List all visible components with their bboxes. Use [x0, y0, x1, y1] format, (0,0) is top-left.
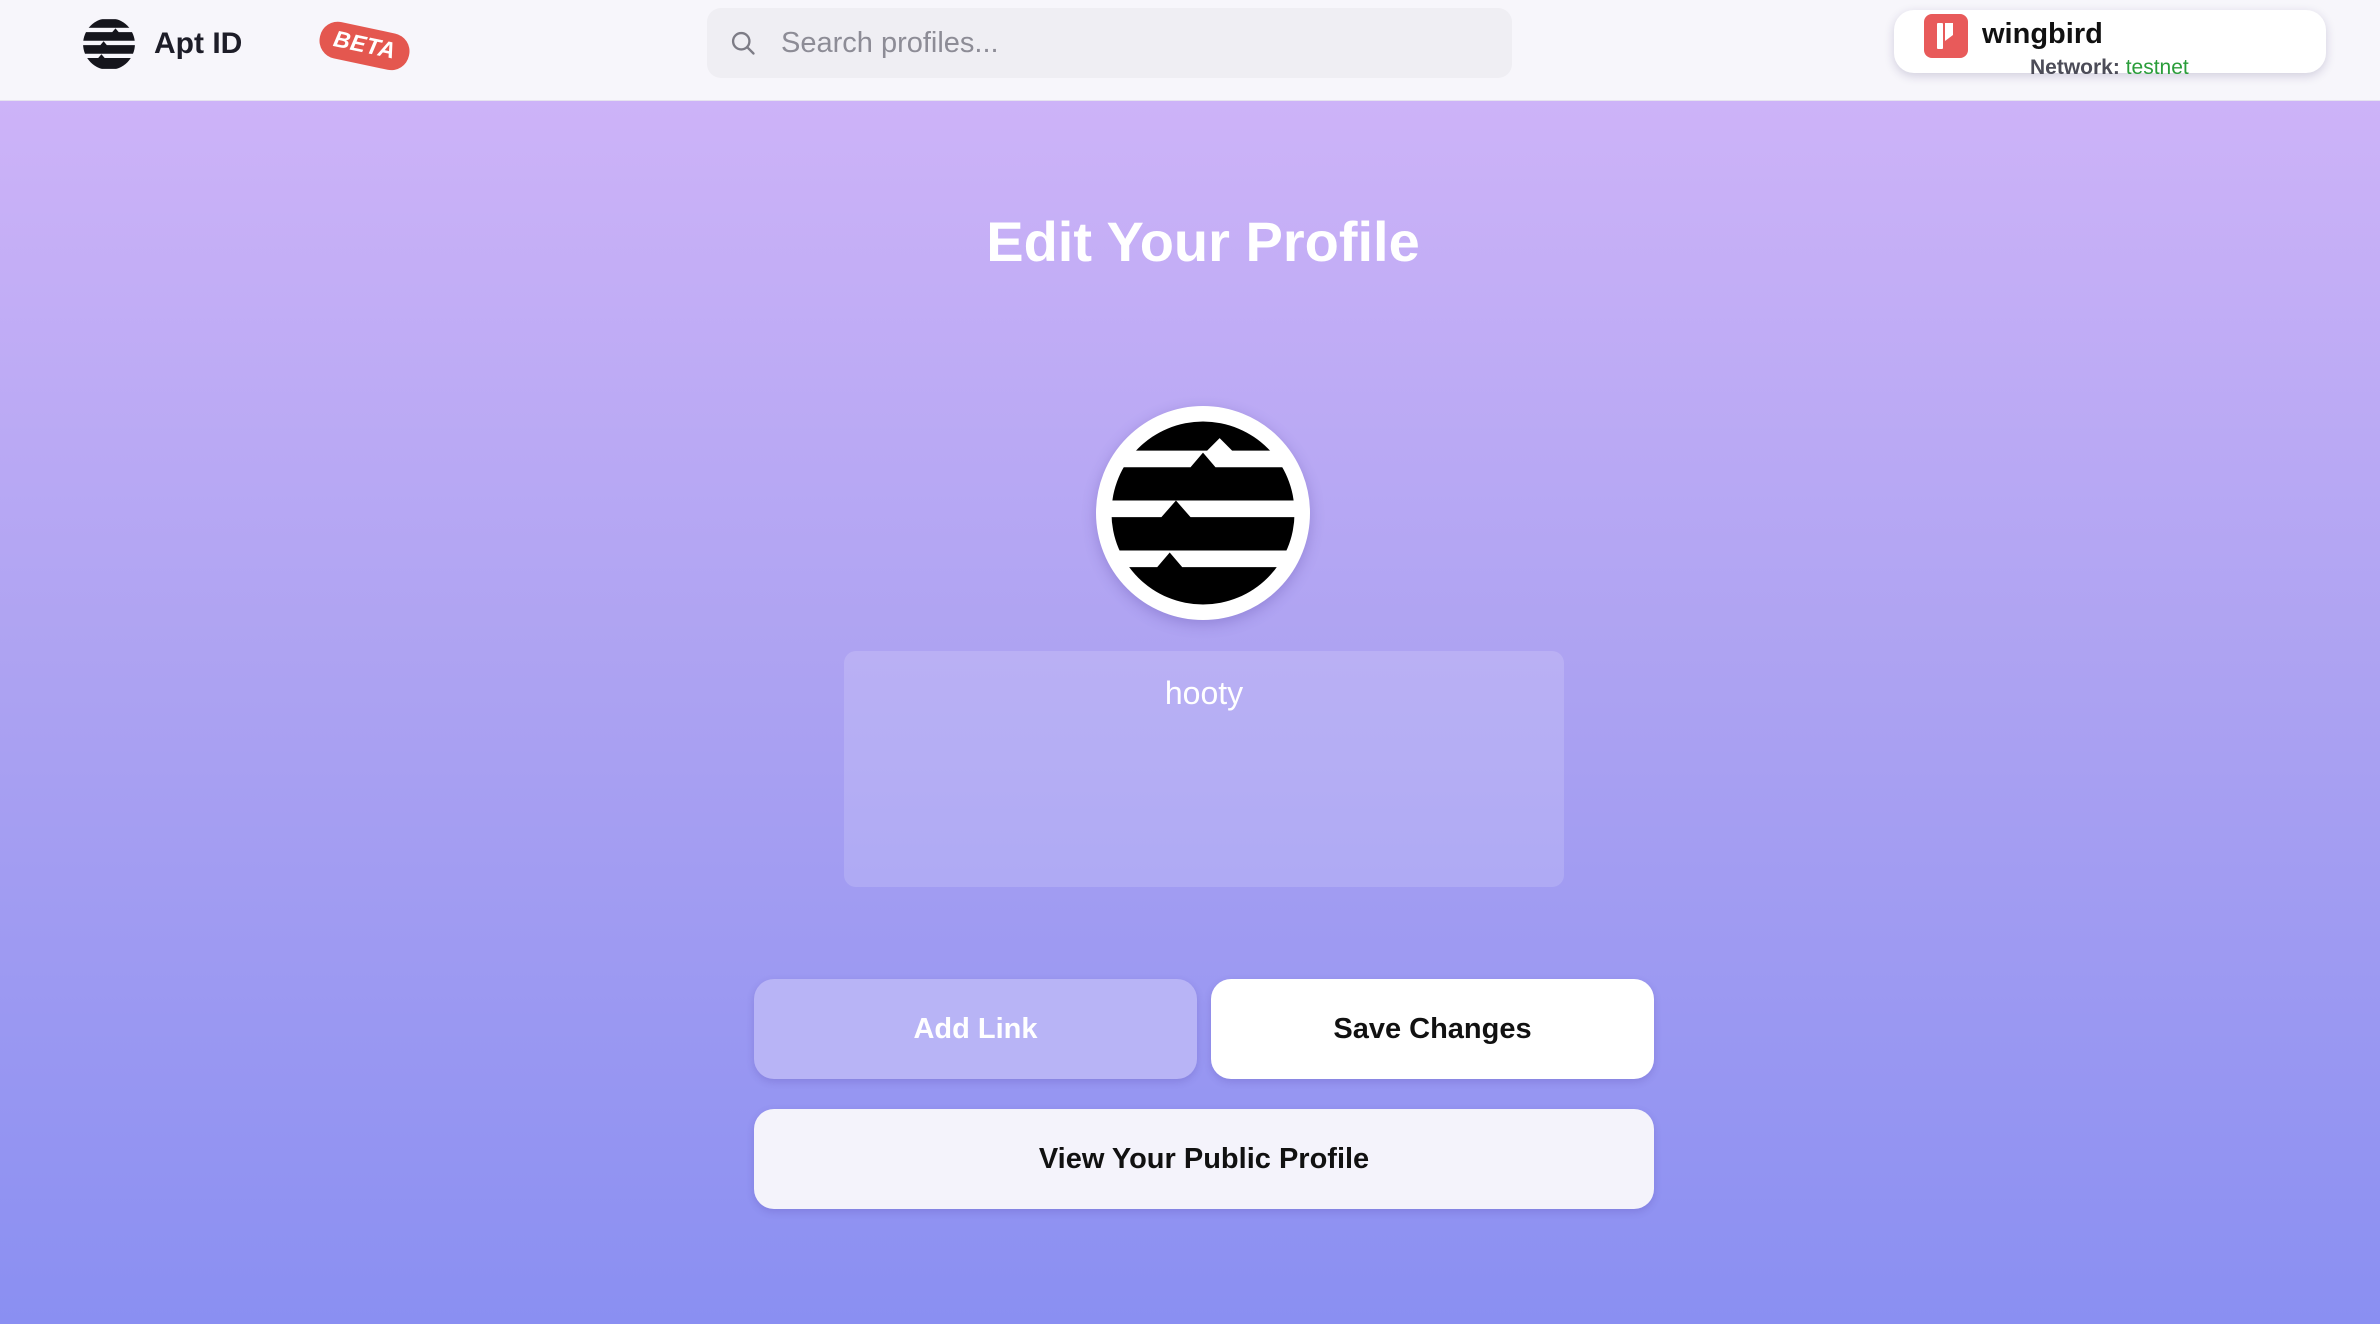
aptos-logo-icon [83, 19, 135, 69]
search-bar[interactable] [707, 8, 1512, 78]
brand-name: Apt ID [154, 27, 243, 60]
wallet-name: wingbird [1982, 18, 2103, 50]
search-icon [731, 31, 755, 55]
petra-wallet-icon [1924, 14, 1968, 58]
add-link-button[interactable]: Add Link [754, 979, 1197, 1079]
bio-textarea[interactable]: hooty [844, 651, 1564, 887]
network-label: Network: [2030, 56, 2120, 79]
beta-badge: BETA [316, 18, 413, 74]
network-indicator: Network: testnet [2030, 56, 2189, 80]
profile-avatar[interactable] [1096, 406, 1310, 620]
save-changes-button[interactable]: Save Changes [1211, 979, 1654, 1079]
network-value: testnet [2125, 56, 2189, 79]
page-title: Edit Your Profile [986, 210, 1420, 273]
top-navbar: Apt ID BETA wingbird Network: testnet [0, 0, 2380, 101]
search-input[interactable] [779, 25, 1463, 61]
aptos-logo-icon [1099, 409, 1307, 617]
wallet-account-card[interactable]: wingbird Network: testnet [1894, 10, 2326, 79]
edit-profile-section: Edit Your Profile hooty Add Link Save Ch… [0, 101, 2380, 1324]
view-public-profile-button[interactable]: View Your Public Profile [754, 1109, 1654, 1209]
brand-home-link[interactable]: Apt ID BETA [82, 16, 413, 74]
